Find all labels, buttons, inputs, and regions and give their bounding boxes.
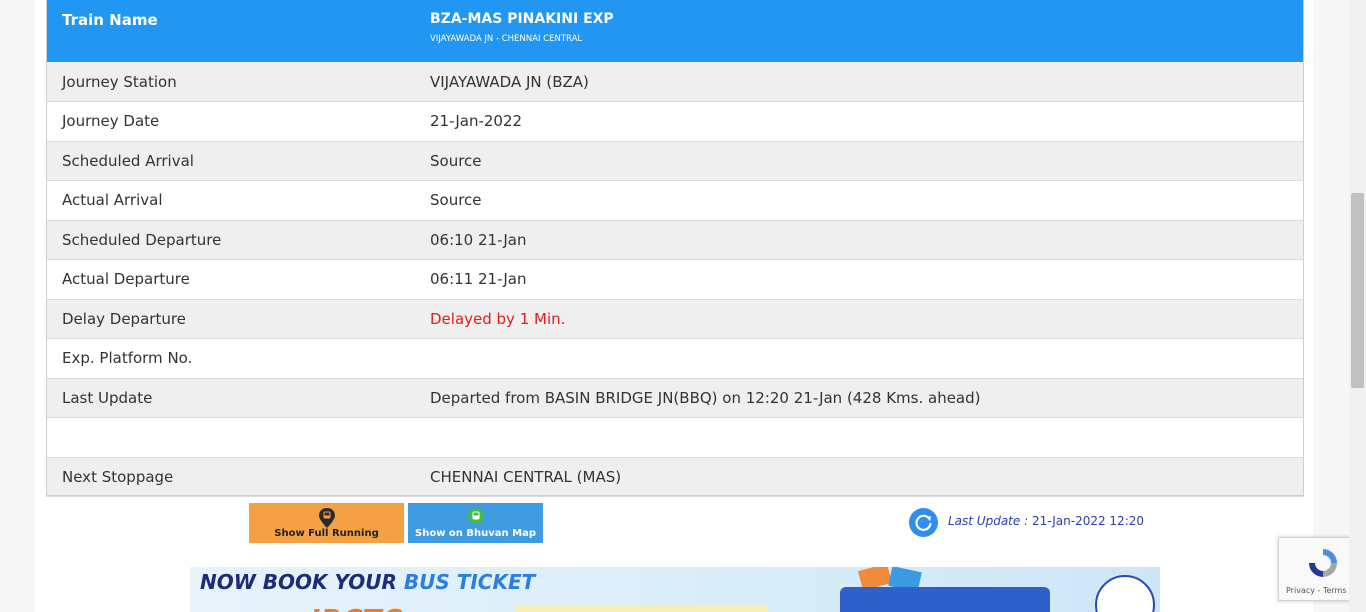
last-update-info: Last Update : 21-Jan-2022 12:20	[948, 514, 1144, 528]
row-value: Departed from BASIN BRIDGE JN(BBQ) on 12…	[414, 378, 1304, 418]
row-label: Exp. Platform No.	[46, 338, 414, 379]
row-label: Delay Departure	[46, 299, 414, 339]
train-status-table: Train Name BZA-MAS PINAKINI EXP VIJAYAWA…	[46, 0, 1304, 497]
table-row: Journey Date 21-Jan-2022	[46, 101, 1304, 142]
banner-headline: NOW BOOK YOUR BUS TICKET	[200, 570, 535, 594]
banner-brand: IRCTC	[310, 603, 470, 612]
banner-text-highlight: BUS TICKET	[403, 570, 536, 594]
table-row: Actual Arrival Source	[46, 180, 1304, 221]
terms-link[interactable]: Terms	[1323, 586, 1347, 595]
train-name-cell: BZA-MAS PINAKINI EXP VIJAYAWADA JN - CHE…	[414, 0, 1304, 62]
banner-strip	[516, 605, 768, 612]
table-header-row: Train Name BZA-MAS PINAKINI EXP VIJAYAWA…	[46, 0, 1304, 62]
train-name: BZA-MAS PINAKINI EXP	[430, 11, 614, 27]
page-margin-left	[0, 0, 35, 612]
row-label: Actual Arrival	[46, 180, 414, 221]
table-row: Journey Station VIJAYAWADA JN (BZA)	[46, 62, 1304, 102]
row-label	[46, 417, 414, 458]
table-row: Next Stoppage CHENNAI CENTRAL (MAS)	[46, 457, 1304, 497]
row-value: 06:11 21-Jan	[414, 259, 1304, 300]
table-row: Actual Departure 06:11 21-Jan	[46, 259, 1304, 300]
recaptcha-links: Privacy - Terms	[1286, 586, 1347, 595]
row-value: VIJAYAWADA JN (BZA)	[414, 62, 1304, 102]
row-label: Last Update	[46, 378, 414, 418]
refresh-button[interactable]	[909, 508, 938, 537]
refresh-icon	[915, 514, 932, 531]
show-bhuvan-map-button[interactable]: Show on Bhuvan Map	[408, 503, 543, 543]
last-update-value: 21-Jan-2022 12:20	[1031, 514, 1144, 528]
page-margin-right	[1313, 0, 1349, 612]
train-pin-icon	[317, 507, 337, 532]
row-value	[414, 417, 1304, 458]
row-label: Actual Departure	[46, 259, 414, 300]
row-value: Source	[414, 141, 1304, 181]
train-name-label: Train Name	[62, 11, 158, 29]
table-row: Delay Departure Delayed by 1 Min.	[46, 299, 1304, 339]
bus-icon	[840, 587, 1050, 612]
row-label: Journey Station	[46, 62, 414, 102]
train-map-icon	[466, 507, 486, 530]
recaptcha-icon	[1305, 545, 1341, 585]
row-value: Source	[414, 180, 1304, 221]
row-label: Journey Date	[46, 101, 414, 142]
table-row: Scheduled Arrival Source	[46, 141, 1304, 181]
train-route: VIJAYAWADA JN - CHENNAI CENTRAL	[430, 34, 583, 44]
table-row: Exp. Platform No.	[46, 338, 1304, 379]
scrollbar-thumb[interactable]	[1351, 193, 1364, 388]
table-row: Last Update Departed from BASIN BRIDGE J…	[46, 378, 1304, 418]
last-update-label: Last Update :	[948, 514, 1029, 528]
show-full-running-button[interactable]: Show Full Running	[249, 503, 404, 543]
row-value: 21-Jan-2022	[414, 101, 1304, 142]
table-row-empty	[46, 417, 1304, 458]
row-value	[414, 338, 1304, 379]
banner-text-prefix: NOW BOOK YOUR	[200, 570, 404, 594]
bus-ticket-banner[interactable]: NOW BOOK YOUR BUS TICKET IRCTC	[190, 567, 1160, 612]
link-separator: -	[1314, 586, 1323, 595]
privacy-link[interactable]: Privacy	[1286, 586, 1315, 595]
row-value: 06:10 21-Jan	[414, 220, 1304, 260]
row-value: CHENNAI CENTRAL (MAS)	[414, 457, 1304, 497]
row-label: Next Stoppage	[46, 457, 414, 497]
delay-status: Delayed by 1 Min.	[414, 299, 1304, 339]
row-label: Scheduled Departure	[46, 220, 414, 260]
irctc-logo-icon	[1095, 575, 1155, 612]
row-label: Scheduled Arrival	[46, 141, 414, 181]
table-row: Scheduled Departure 06:10 21-Jan	[46, 220, 1304, 260]
